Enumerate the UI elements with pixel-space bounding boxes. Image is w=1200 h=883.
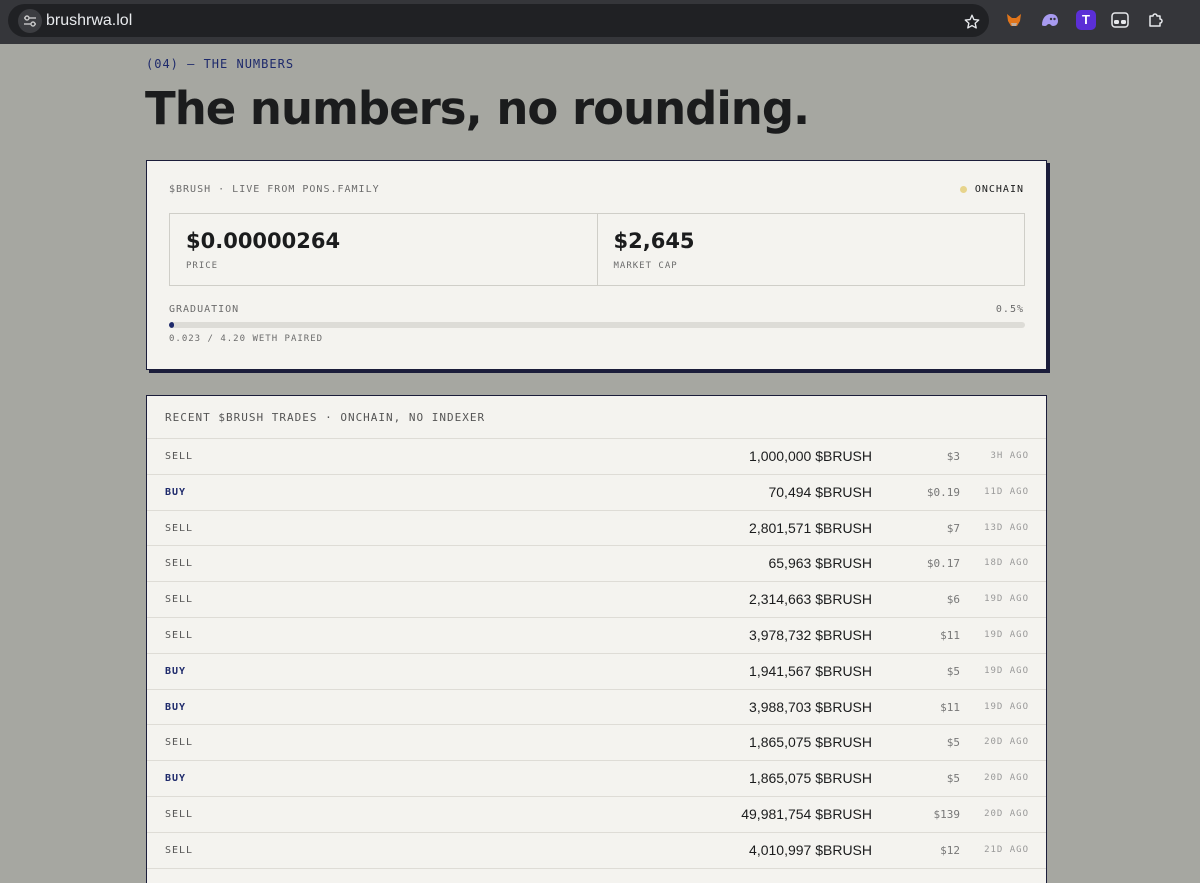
- site-settings-button[interactable]: [18, 9, 42, 33]
- trade-side: SELL: [165, 629, 194, 641]
- trade-side: SELL: [165, 737, 194, 749]
- status-dot-icon: [959, 186, 967, 193]
- trade-time-ago: 3H AGO: [990, 451, 1029, 461]
- status-label: ONCHAIN: [974, 184, 1024, 195]
- trade-amount: 1,865,075 $BRUSH: [749, 734, 872, 751]
- trade-usd-value: $5: [946, 736, 960, 750]
- trade-time-ago: 19D AGO: [984, 594, 1029, 605]
- trade-row: SELL 2,314,663 $BRUSH $6 19D AGO: [147, 582, 1046, 618]
- trade-amount: 1,865,075 $BRUSH: [749, 770, 872, 787]
- trade-usd-value: $3: [946, 450, 960, 463]
- trade-time-ago: 19D AGO: [984, 701, 1029, 712]
- graduation-progress-bar: [169, 322, 1025, 328]
- trade-amount: 1,000,000 $BRUSH: [749, 448, 872, 464]
- trade-time-ago: 20D AGO: [984, 737, 1029, 748]
- trade-amount: 3,988,703 $BRUSH: [749, 698, 872, 715]
- trade-side: BUY: [165, 665, 187, 677]
- trade-side: SELL: [165, 451, 194, 462]
- trade-time-ago: 20D AGO: [984, 808, 1029, 819]
- trade-time-ago: 19D AGO: [984, 629, 1029, 640]
- price-value: $0.00000264: [186, 229, 341, 253]
- trade-side: SELL: [165, 558, 194, 570]
- price-stat: $0.00000264 PRICE: [170, 214, 597, 285]
- graduation-label: GRADUATION: [169, 304, 240, 315]
- ghost-extension-icon[interactable]: [1040, 10, 1060, 30]
- trade-side: BUY: [165, 773, 187, 785]
- trade-time-ago: 20D AGO: [984, 773, 1029, 784]
- trade-time-ago: 19D AGO: [984, 665, 1029, 676]
- market-cap-value: $2,645: [613, 229, 695, 253]
- trade-usd-value: $7: [946, 521, 960, 535]
- trades-title: RECENT $BRUSH TRADES · ONCHAIN, NO INDEX…: [165, 411, 486, 424]
- trade-row: SELL 4,010,997 $BRUSH $12 21D AGO: [147, 833, 1046, 869]
- trade-side: SELL: [165, 844, 194, 856]
- trade-row: BUY 70,494 $BRUSH $0.19 11D AGO: [147, 475, 1046, 511]
- trade-usd-value: $139: [933, 807, 961, 821]
- trade-usd-value: $6: [946, 593, 960, 607]
- page-title: The numbers, no rounding.: [145, 82, 810, 135]
- trade-row: SELL 3,978,732 $BRUSH $11 19D AGO: [147, 618, 1046, 654]
- url-text[interactable]: brushrwa.lol: [46, 12, 132, 30]
- trade-usd-value: $5: [946, 772, 960, 786]
- trade-usd-value: $5: [946, 664, 960, 678]
- token-stats-card: $BRUSH · LIVE FROM PONS.FAMILY ONCHAIN $…: [146, 160, 1047, 370]
- trade-amount: 65,963 $BRUSH: [768, 555, 872, 572]
- browser-chrome: brushrwa.lol T: [0, 0, 1200, 44]
- trade-time-ago: 21D AGO: [984, 844, 1029, 855]
- trade-amount: 3,978,732 $BRUSH: [749, 626, 872, 643]
- fox-extension-icon[interactable]: [1004, 10, 1024, 30]
- trade-row: SELL 1,000,000 $BRUSH $3 3H AGO: [147, 439, 1046, 475]
- trade-usd-value: $12: [940, 843, 960, 857]
- trade-amount: 1,941,567 $BRUSH: [749, 662, 872, 679]
- card-label: $BRUSH · LIVE FROM PONS.FAMILY: [169, 184, 380, 195]
- trade-amount: 2,801,571 $BRUSH: [749, 519, 872, 536]
- onchain-status: ONCHAIN: [959, 184, 1024, 195]
- graduation-percent: 0.5%: [995, 304, 1024, 315]
- trade-amount: 4,010,997 $BRUSH: [749, 841, 872, 858]
- glasses-extension-icon[interactable]: [1110, 10, 1130, 30]
- trade-side: SELL: [165, 594, 194, 606]
- trade-amount: 49,981,754 $BRUSH: [741, 805, 872, 822]
- trade-row: SELL 65,963 $BRUSH $0.17 18D AGO: [147, 546, 1046, 583]
- trade-time-ago: 11D AGO: [984, 486, 1029, 497]
- trade-usd-value: $0.19: [926, 485, 960, 499]
- trade-row: BUY 1,865,075 $BRUSH $5 20D AGO: [147, 761, 1046, 797]
- trade-amount: 2,314,663 $BRUSH: [749, 591, 872, 608]
- trade-row: SELL 49,981,754 $BRUSH $139 20D AGO: [147, 797, 1046, 833]
- trade-side: BUY: [165, 486, 187, 498]
- trade-row: SELL 1,865,075 $BRUSH $5 20D AGO: [147, 725, 1046, 762]
- address-bar[interactable]: brushrwa.lol: [8, 4, 989, 37]
- market-cap-label: MARKET CAP: [613, 261, 678, 271]
- tune-icon: [24, 15, 36, 27]
- trade-side: SELL: [165, 522, 194, 534]
- trade-usd-value: $11: [940, 628, 960, 642]
- trade-row: BUY 1,941,567 $BRUSH $5 19D AGO: [147, 654, 1046, 690]
- price-label: PRICE: [186, 261, 219, 271]
- section-kicker: (04) — THE NUMBERS: [146, 57, 295, 71]
- market-cap-stat: $2,645 MARKET CAP: [596, 214, 1025, 285]
- trade-side: BUY: [165, 701, 187, 713]
- graduation-note: 0.023 / 4.20 WETH PAIRED: [169, 334, 324, 344]
- t-extension-icon[interactable]: T: [1076, 10, 1096, 30]
- trade-time-ago: 13D AGO: [984, 522, 1029, 533]
- trade-amount: 70,494 $BRUSH: [768, 483, 872, 500]
- recent-trades-panel: RECENT $BRUSH TRADES · ONCHAIN, NO INDEX…: [146, 395, 1047, 883]
- trade-usd-value: $11: [940, 700, 960, 714]
- puzzle-extensions-icon[interactable]: [1146, 10, 1166, 30]
- graduation-progress-fill: [169, 322, 174, 328]
- trade-row: BUY 3,988,703 $BRUSH $11 19D AGO: [147, 690, 1046, 726]
- bookmark-star-icon[interactable]: [963, 13, 981, 31]
- trade-side: SELL: [165, 808, 194, 820]
- trade-row: SELL 2,801,571 $BRUSH $7 13D AGO: [147, 511, 1046, 547]
- trade-usd-value: $0.17: [926, 557, 960, 571]
- trades-list: SELL 1,000,000 $BRUSH $3 3H AGO BUY 70,494 $B…: [147, 438, 1046, 869]
- trade-time-ago: 18D AGO: [984, 558, 1029, 569]
- stats-grid: $0.00000264 PRICE $2,645 MARKET CAP: [169, 213, 1025, 286]
